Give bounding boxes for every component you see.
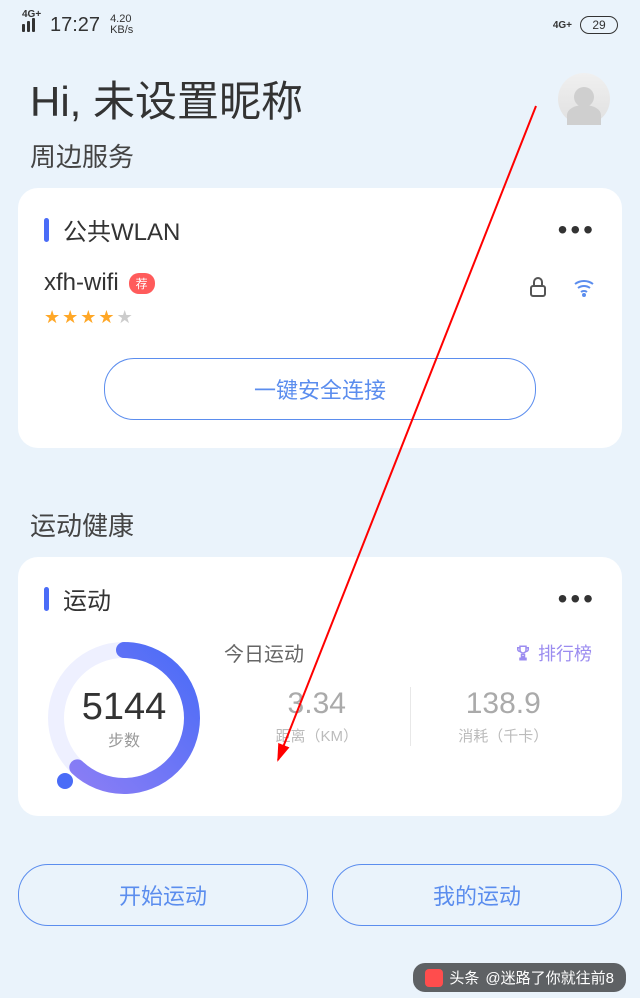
sport-card: 运动 ••• 5144 步数 今日运动 排行榜 <box>18 557 622 816</box>
today-label: 今日运动 <box>224 638 304 667</box>
wifi-name: xfh-wifi <box>44 269 119 297</box>
attribution-prefix: 头条 <box>449 967 479 988</box>
wlan-card-title: 公共WLAN <box>63 212 180 247</box>
more-icon[interactable]: ••• <box>558 592 596 606</box>
metric-distance[interactable]: 3.34 距离（KM） <box>224 687 410 746</box>
ranking-label: 排行榜 <box>538 640 592 666</box>
status-left: 4G+ 17:27 4.20 KB/s <box>22 14 133 37</box>
sport-buttons-row: 开始运动 我的运动 <box>0 836 640 926</box>
avatar[interactable] <box>558 73 610 125</box>
network-label-right: 4G+ <box>553 20 572 31</box>
toutiao-logo-icon <box>425 969 443 987</box>
step-count: 5144 <box>82 686 167 729</box>
more-icon[interactable]: ••• <box>558 223 596 237</box>
status-right: 4G+ 29 <box>553 16 618 34</box>
metrics-row: 3.34 距离（KM） 138.9 消耗（千卡） <box>224 687 596 746</box>
section-title-nearby: 周边服务 <box>0 129 640 188</box>
section-title-health: 运动健康 <box>0 498 640 557</box>
start-sport-button[interactable]: 开始运动 <box>18 864 308 926</box>
greeting-text: Hi, 未设置昵称 <box>30 68 303 129</box>
lock-icon <box>526 275 550 299</box>
recommend-badge: 荐 <box>129 273 155 294</box>
wifi-icon <box>572 275 596 299</box>
ranking-link[interactable]: 排行榜 <box>514 640 592 666</box>
signal-icon: 4G+ <box>22 18 40 32</box>
accent-bar-icon <box>44 587 49 611</box>
wifi-item[interactable]: xfh-wifi 荐 ★★★★★ <box>44 269 596 328</box>
status-bar: 4G+ 17:27 4.20 KB/s 4G+ 29 <box>0 0 640 40</box>
network-label: 4G+ <box>22 9 41 20</box>
accent-bar-icon <box>44 218 49 242</box>
battery-percent: 29 <box>580 16 618 34</box>
connect-button[interactable]: 一键安全连接 <box>104 358 536 420</box>
star-rating: ★★★★★ <box>44 307 155 328</box>
battery-icon: 29 <box>580 16 618 34</box>
trophy-icon <box>514 644 532 662</box>
attribution: 头条 @迷路了你就往前8 <box>413 963 626 992</box>
greeting-row: Hi, 未设置昵称 <box>0 40 640 129</box>
wlan-card: 公共WLAN ••• xfh-wifi 荐 ★★★★★ 一键安全连接 <box>18 188 622 448</box>
my-sport-button[interactable]: 我的运动 <box>332 864 622 926</box>
wlan-card-header: 公共WLAN ••• <box>44 212 596 247</box>
sport-card-title: 运动 <box>63 581 111 616</box>
attribution-text: @迷路了你就往前8 <box>485 967 614 988</box>
status-time: 17:27 <box>50 14 100 37</box>
metric-calories[interactable]: 138.9 消耗（千卡） <box>410 687 597 746</box>
sport-card-header: 运动 ••• <box>44 581 596 616</box>
step-label: 步数 <box>108 727 140 751</box>
status-speed: 4.20 KB/s <box>110 14 133 36</box>
step-ring[interactable]: 5144 步数 <box>44 638 204 798</box>
